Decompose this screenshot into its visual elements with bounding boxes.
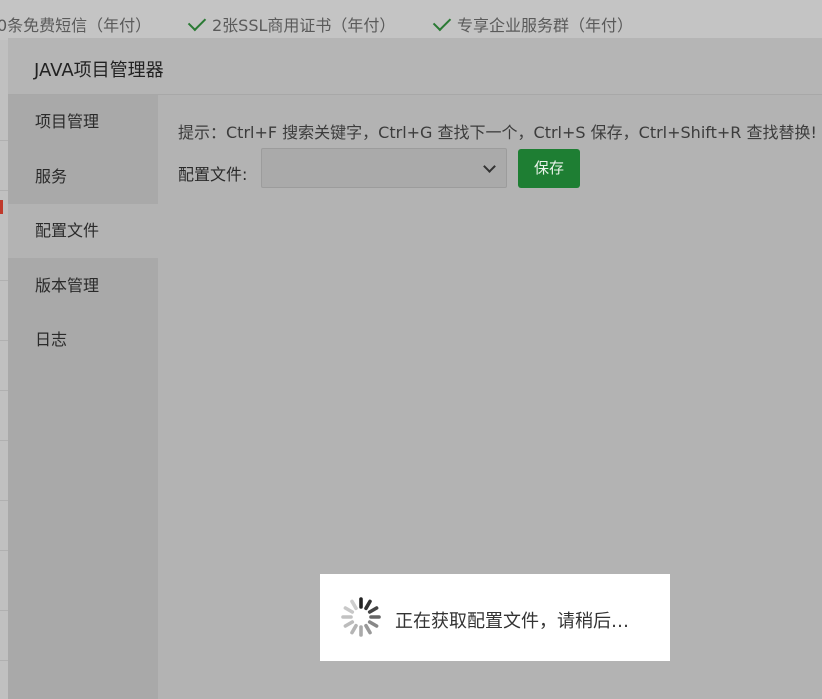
menu-item-service[interactable]: 服务 [8, 150, 158, 204]
background-left-edge [0, 40, 8, 699]
menu-item-config-file[interactable]: 配置文件 [8, 204, 158, 258]
config-file-select[interactable] [261, 148, 507, 188]
feature-ssl: 2张SSL商用证书（年付） [187, 12, 396, 36]
feature-sms-label: 0条免费短信（年付） [0, 16, 152, 35]
background-feature-strip: 0条免费短信（年付） 2张SSL商用证书（年付） 专享企业服务群（年付） [0, 0, 822, 40]
loading-text: 正在获取配置文件，请稍后… [395, 611, 629, 632]
feature-ssl-label: 2张SSL商用证书（年付） [212, 16, 396, 35]
screen: 0条免费短信（年付） 2张SSL商用证书（年付） 专享企业服务群（年付） JAV… [0, 0, 822, 699]
check-icon [432, 12, 452, 32]
chevron-down-icon [483, 160, 496, 173]
dialog-header: JAVA项目管理器 [8, 38, 822, 95]
shortcut-tip: 提示：Ctrl+F 搜索关键字，Ctrl+G 查找下一个，Ctrl+S 保存，C… [178, 123, 817, 142]
config-file-label: 配置文件: [178, 165, 248, 184]
menu-item-version-manage[interactable]: 版本管理 [8, 259, 158, 313]
check-icon [187, 12, 207, 32]
feature-service-group-label: 专享企业服务群（年付） [457, 16, 634, 35]
save-button[interactable]: 保存 [518, 149, 580, 188]
menu-item-project-manage[interactable]: 项目管理 [8, 95, 158, 149]
feature-sms: 0条免费短信（年付） [0, 12, 151, 36]
menu-item-log[interactable]: 日志 [8, 313, 158, 367]
loading-toast: 正在获取配置文件，请稍后… [320, 574, 670, 661]
dialog-title: JAVA项目管理器 [34, 60, 164, 81]
feature-service-group: 专享企业服务群（年付） [432, 12, 634, 36]
background-red-marker [0, 200, 3, 214]
loading-spinner-icon [341, 597, 381, 637]
dialog-sidebar: 项目管理 服务 配置文件 版本管理 日志 [8, 95, 158, 699]
